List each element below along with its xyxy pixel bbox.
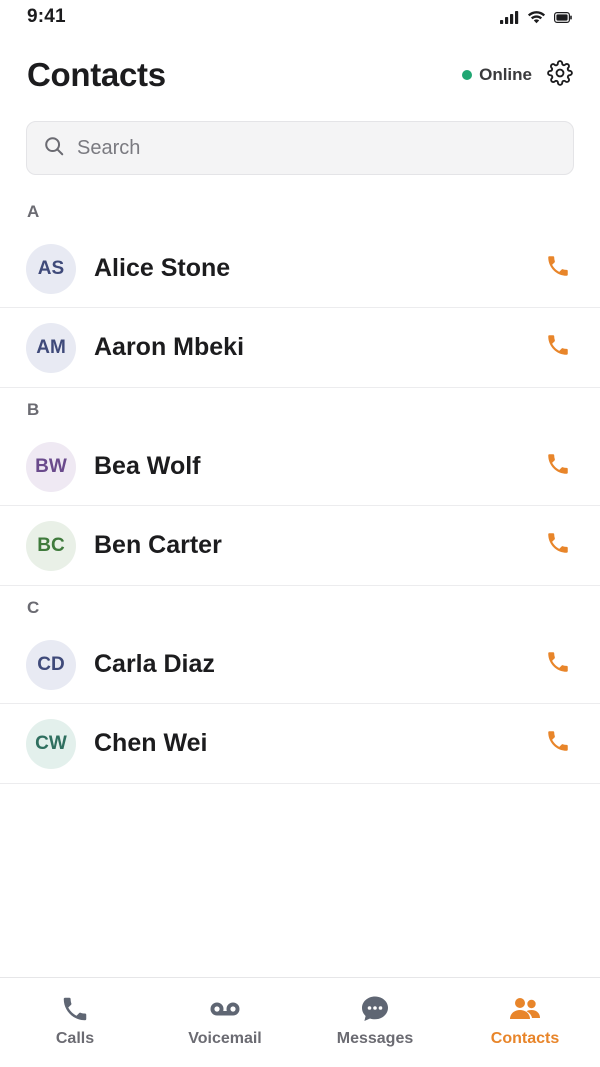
call-button[interactable] [542,728,574,760]
contacts-screen: 9:41 Contacts Online Search A AS Alice S… [0,0,600,1067]
phone-icon [545,332,571,363]
page-title: Contacts [27,56,166,93]
tab-calls[interactable]: Calls [0,978,150,1067]
phone-icon [545,728,571,759]
presence-label: Online [479,65,532,84]
phone-icon [545,451,571,482]
contact-row[interactable]: BC Ben Carter [0,506,600,586]
gear-icon [547,59,573,91]
wifi-icon [527,10,546,24]
avatar: BW [26,441,76,492]
contact-name: Aaron Mbeki [94,333,245,361]
avatar: BC [26,520,76,571]
call-button[interactable] [542,253,574,285]
status-bar: 9:41 [0,0,600,34]
phone-icon [60,994,90,1024]
avatar: AS [26,243,76,294]
tab-label: Contacts [490,1030,560,1047]
battery-icon [554,11,572,23]
header: Contacts Online [27,50,574,100]
tab-label: Messages [336,1030,414,1047]
contact-list: A AS Alice Stone AM Aaron Mbeki B BW Bea Wolf BC… [0,190,600,784]
search-input[interactable] [77,136,557,160]
phone-icon [545,649,571,680]
section-header: B [27,400,40,419]
presence-dot [462,70,473,80]
contact-row[interactable]: CD Carla Diaz [0,626,600,704]
contact-name: Alice Stone [94,254,231,282]
contact-name: Chen Wei [94,729,208,757]
status-icons [500,10,572,24]
tab-voicemail[interactable]: Voicemail [150,978,300,1067]
settings-button[interactable] [546,59,574,91]
tab-label: Voicemail [188,1030,262,1047]
search-icon [43,135,65,162]
contact-name: Bea Wolf [94,452,201,480]
contact-row[interactable]: CW Chen Wei [0,704,600,784]
avatar: CW [26,718,76,769]
call-button[interactable] [542,649,574,681]
section-header: A [27,202,40,221]
call-button[interactable] [542,530,574,562]
search-bar [26,121,574,175]
avatar: CD [26,639,76,690]
status-time: 9:41 [27,6,66,27]
tab-contacts[interactable]: Contacts [450,978,600,1067]
avatar: AM [26,322,76,373]
tab-bar: Calls Voicemail Messages Contacts [0,977,600,1067]
contact-row[interactable]: BW Bea Wolf [0,428,600,506]
cellular-signal-icon [500,10,519,24]
contact-row[interactable]: AS Alice Stone [0,230,600,308]
contact-name: Ben Carter [94,531,222,559]
voicemail-icon [209,994,241,1024]
phone-icon [545,253,571,284]
header-actions: Online [462,59,574,91]
phone-icon [545,530,571,561]
people-icon [509,994,541,1024]
call-button[interactable] [542,451,574,483]
call-button[interactable] [542,332,574,364]
chat-bubble-icon [360,994,390,1024]
contact-name: Carla Diaz [94,650,215,678]
presence-status[interactable]: Online [462,65,532,85]
tab-messages[interactable]: Messages [300,978,450,1067]
section-header: C [27,598,40,617]
contact-row[interactable]: AM Aaron Mbeki [0,308,600,388]
tab-label: Calls [55,1030,95,1047]
